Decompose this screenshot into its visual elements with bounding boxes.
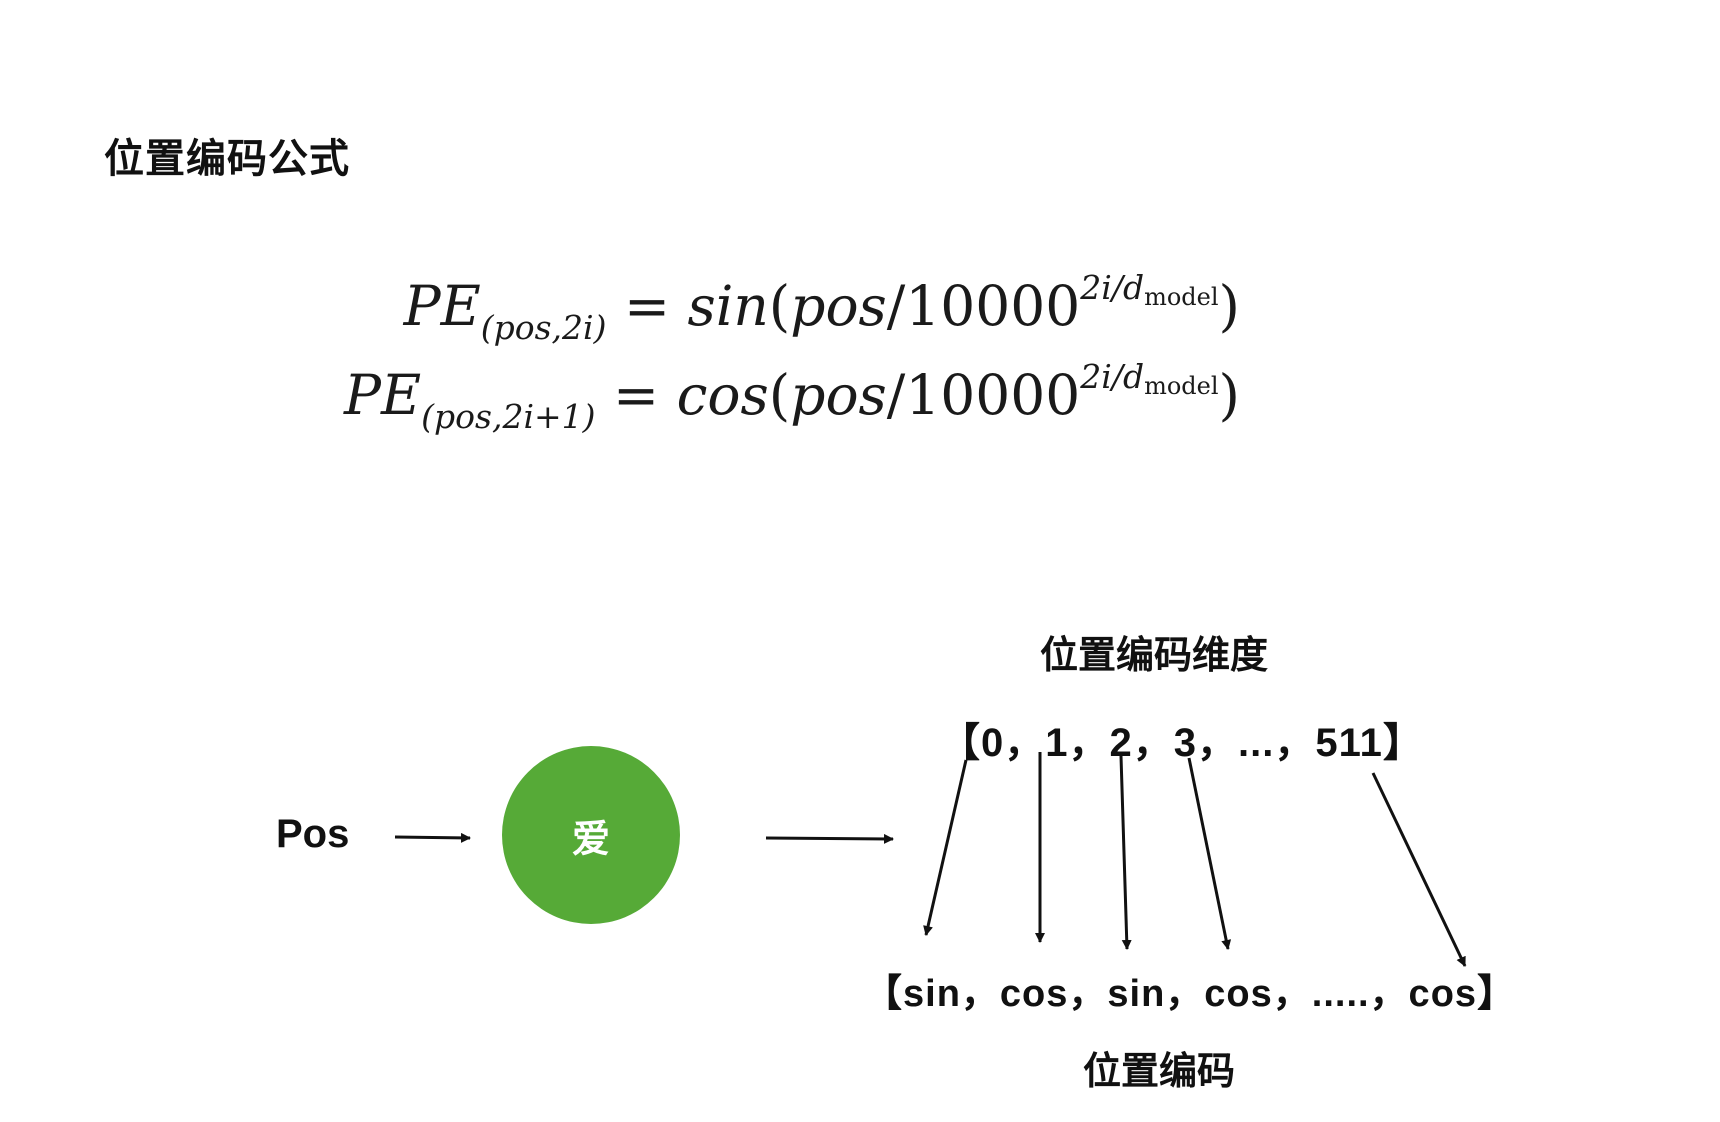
arrow-token-to-dimensions [765, 833, 894, 844]
arrows-layer [394, 752, 1467, 967]
arrow-dim-511-to-cos [1371, 772, 1467, 967]
arrow-dim-3-to-cos [1187, 757, 1232, 950]
arrow-dim-0-to-sin [923, 759, 968, 936]
arrow-pos-to-token [394, 832, 471, 843]
arrow-dim-2-to-sin [1119, 755, 1132, 950]
